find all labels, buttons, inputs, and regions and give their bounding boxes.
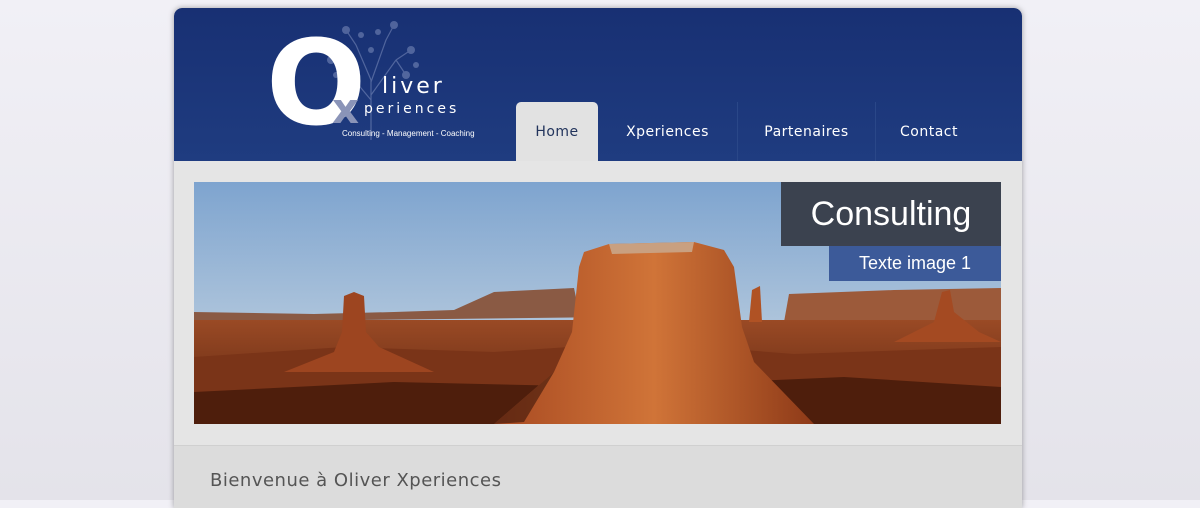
hero-caption-subtitle: Texte image 1 bbox=[829, 246, 1001, 281]
site-logo[interactable]: O x liver periences Consulting - Managem… bbox=[266, 21, 476, 155]
hero-caption-title: Consulting bbox=[781, 182, 1001, 246]
page-container: O x liver periences Consulting - Managem… bbox=[174, 8, 1022, 508]
logo-word-periences: periences bbox=[364, 101, 460, 117]
welcome-heading: Bienvenue à Oliver Xperiences bbox=[210, 470, 502, 491]
nav-item-home[interactable]: Home bbox=[516, 102, 598, 161]
main-content: Bienvenue à Oliver Xperiences bbox=[174, 446, 1022, 508]
nav-item-contact[interactable]: Contact bbox=[875, 102, 982, 161]
main-nav: Home Xperiences Partenaires Contact bbox=[516, 102, 982, 161]
logo-tagline: Consulting - Management - Coaching bbox=[342, 129, 475, 138]
nav-item-xperiences[interactable]: Xperiences bbox=[598, 102, 737, 161]
logo-letter-x: x bbox=[332, 84, 360, 133]
hero-slider[interactable]: Consulting Texte image 1 bbox=[194, 182, 1001, 424]
nav-item-partenaires[interactable]: Partenaires bbox=[737, 102, 875, 161]
logo-word-liver: liver bbox=[382, 74, 445, 99]
site-header: O x liver periences Consulting - Managem… bbox=[174, 8, 1022, 161]
